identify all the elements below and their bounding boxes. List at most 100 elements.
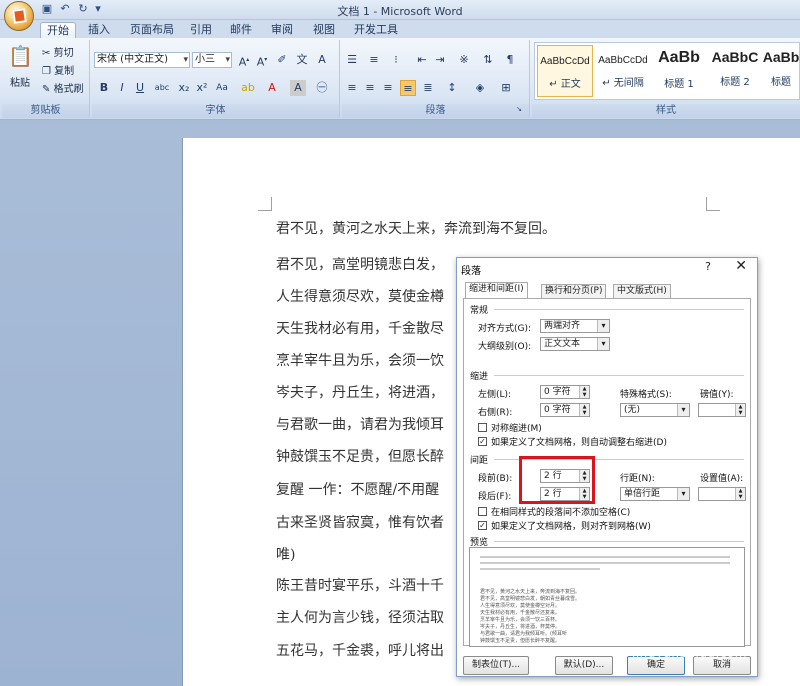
shading-icon[interactable]: ◈ (472, 80, 488, 96)
paste-icon[interactable]: 📋 (8, 42, 33, 70)
doc-line: 烹羊宰牛且为乐，会须一饮 (276, 353, 444, 369)
tab-view[interactable]: 视图 (307, 22, 341, 38)
styles-gallery: AaBbCcDd ↵ 正文 AaBbCcDd ↵ 无间隔 AaBb 标题 1 A… (534, 42, 800, 100)
spin-arrows-icon[interactable]: ▲ ▼ (735, 404, 745, 416)
snap-to-grid-checkbox[interactable]: ✓ (478, 521, 487, 530)
justify-icon[interactable]: ≡ (400, 80, 416, 96)
set-default-button[interactable]: 默认(D)... (555, 656, 613, 675)
alignment-label: 对齐方式(G): (478, 324, 532, 334)
phonetic-guide-icon[interactable]: 文 (294, 52, 310, 68)
office-button[interactable] (4, 1, 34, 31)
section-spacing: 间距 (470, 456, 489, 466)
cut-button[interactable]: ✂ 剪切 (42, 44, 74, 59)
align-center-icon[interactable]: ≡ (362, 80, 378, 96)
style-normal[interactable]: AaBbCcDd ↵ 正文 (537, 45, 593, 97)
tab-home[interactable]: 开始 (40, 22, 76, 38)
char-shading-icon[interactable]: A (290, 80, 306, 96)
multilevel-list-icon[interactable]: ⁝ (388, 52, 404, 68)
italic-icon[interactable]: I (114, 80, 130, 96)
clear-format-icon[interactable]: ✐ (274, 52, 290, 68)
strikethrough-icon[interactable]: abc (154, 80, 170, 96)
divider (494, 541, 744, 542)
distributed-icon[interactable]: ≣ (420, 80, 436, 96)
underline-icon[interactable]: U (132, 80, 148, 96)
paste-button[interactable]: 粘贴 (10, 74, 30, 89)
doc-line: 主人何为言少钱，径须沽取 (276, 610, 444, 626)
spin-arrows-icon[interactable]: ▲ ▼ (579, 386, 589, 398)
tab-mailings[interactable]: 邮件 (224, 22, 258, 38)
auto-adjust-checkbox[interactable]: ✓ (478, 437, 487, 446)
line-spacing-icon[interactable]: ↕ (444, 80, 460, 96)
watermark: jingyanbaidu.com (632, 646, 747, 660)
tab-review[interactable]: 审阅 (265, 22, 299, 38)
style-heading-2[interactable]: AaBbC 标题 2 (707, 45, 763, 97)
left-indent-spinner[interactable]: 0 字符 ▲ ▼ (540, 385, 590, 399)
right-indent-spinner[interactable]: 0 字符 ▲ ▼ (540, 403, 590, 417)
special-indent-select[interactable]: (无) (620, 403, 690, 417)
tab-developer[interactable]: 开发工具 (348, 22, 404, 38)
spin-arrows-icon[interactable]: ▲ ▼ (579, 404, 589, 416)
style-heading-1[interactable]: AaBb 标题 1 (651, 45, 707, 97)
increase-indent-icon[interactable]: ⇥ (432, 52, 448, 68)
preview-prev-paragraph (480, 568, 600, 570)
font-size-combo[interactable]: 小三 (192, 52, 232, 68)
help-icon[interactable]: ? (705, 260, 711, 273)
align-right-icon[interactable]: ≡ (380, 80, 396, 96)
spacing-at-spinner[interactable]: ▲ ▼ (698, 487, 746, 501)
tab-references[interactable]: 引用 (184, 22, 218, 38)
char-border-icon[interactable]: A (314, 52, 330, 68)
alignment-select[interactable]: 两端对齐 (540, 319, 610, 333)
doc-line: 君不见，高堂明镜悲白发， (276, 257, 444, 273)
doc-line: 复醒 一作：不愿醒/不用醒 (276, 482, 440, 498)
align-left-icon[interactable]: ≡ (344, 80, 360, 96)
space-after-label: 段后(F): (478, 492, 512, 502)
show-marks-icon[interactable]: ¶ (502, 52, 518, 68)
bold-icon[interactable]: B (96, 80, 112, 96)
chinese-layout-icon[interactable]: ※ (456, 52, 472, 68)
decrease-indent-icon[interactable]: ⇤ (414, 52, 430, 68)
doc-line: 人生得意须尽欢，莫使金樽 (276, 289, 444, 305)
tab-page-layout[interactable]: 页面布局 (124, 22, 180, 38)
style-title[interactable]: AaBb 标题 (761, 45, 800, 97)
numbering-icon[interactable]: ≡ (366, 52, 382, 68)
highlight-icon[interactable]: ab (240, 80, 256, 96)
shrink-font-icon[interactable]: A▾ (254, 52, 270, 69)
doc-line: 陈王昔时宴平乐，斗酒十千 (276, 578, 444, 594)
style-no-spacing[interactable]: AaBbCcDd ↵ 无间隔 (595, 45, 651, 97)
tab-insert[interactable]: 插入 (82, 22, 116, 38)
mirror-indent-checkbox[interactable] (478, 423, 487, 432)
indent-by-spinner[interactable]: ▲ ▼ (698, 403, 746, 417)
close-icon[interactable]: ✕ (735, 258, 747, 274)
tab-asian-typography[interactable]: 中文版式(H) (613, 284, 671, 298)
sort-icon[interactable]: ⇅ (480, 52, 496, 68)
preview-line: 钟鼓馔玉不足贵，但愿长醉不复醒。 (480, 638, 561, 644)
clipboard-group: 📋 粘贴 ✂ 剪切 ❐ 复制 ✎ 格式刷 剪贴板 (2, 40, 90, 118)
tab-line-page-breaks[interactable]: 换行和分页(P) (541, 284, 607, 298)
margin-corner-mark (258, 197, 272, 211)
divider (494, 309, 744, 310)
styles-label: 样式 (532, 104, 800, 118)
tabs-button[interactable]: 制表位(T)... (463, 656, 529, 675)
superscript-icon[interactable]: x² (194, 80, 210, 96)
font-color-icon[interactable]: A (264, 80, 280, 96)
borders-icon[interactable]: ⊞ (498, 80, 514, 96)
bullets-icon[interactable]: ☰ (344, 52, 360, 68)
copy-button[interactable]: ❐ 复制 (42, 62, 74, 77)
change-case-icon[interactable]: Aa (214, 80, 230, 96)
format-painter-button[interactable]: ✎ 格式刷 (42, 80, 84, 95)
tab-indents-spacing[interactable]: 缩进和间距(I) (465, 282, 528, 299)
paragraph-launcher-icon[interactable]: ↘ (514, 104, 524, 114)
outline-level-select[interactable]: 正文文本 (540, 337, 610, 351)
ribbon-tabs: 开始 插入 页面布局 引用 邮件 审阅 视图 开发工具 (0, 20, 800, 38)
spin-arrows-icon[interactable]: ▲ ▼ (735, 488, 745, 500)
office-logo-icon (12, 8, 27, 24)
line-spacing-select[interactable]: 单倍行距 (620, 487, 690, 501)
mirror-indent-label: 对称缩进(M) (491, 424, 542, 434)
subscript-icon[interactable]: x₂ (176, 80, 192, 96)
grow-font-icon[interactable]: A▴ (236, 52, 252, 69)
no-space-same-style-checkbox[interactable] (478, 507, 487, 516)
space-before-label: 段前(B): (478, 474, 513, 484)
font-name-combo[interactable]: 宋体 (中文正文) (94, 52, 190, 68)
divider (494, 375, 744, 376)
enclose-char-icon[interactable]: ㊀ (314, 80, 330, 96)
